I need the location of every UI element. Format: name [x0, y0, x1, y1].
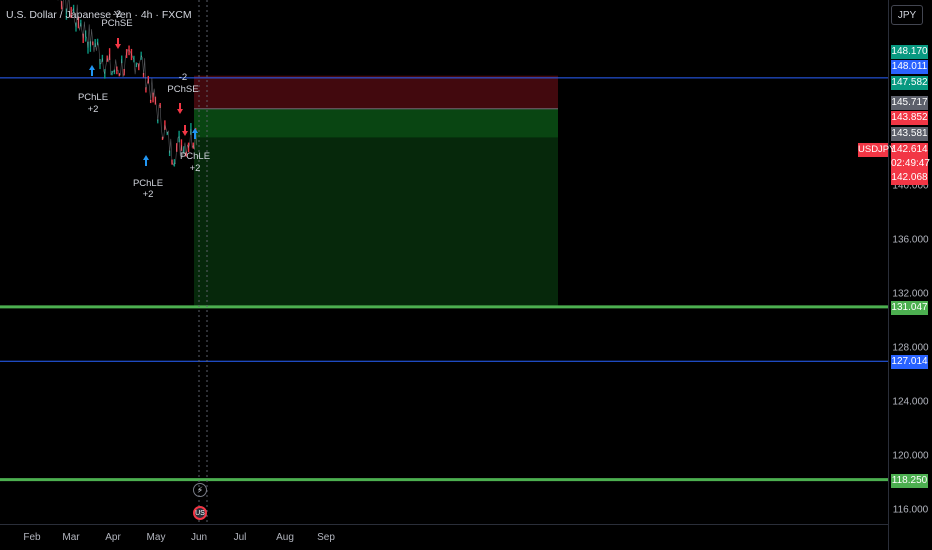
price-label: 143.852 [891, 111, 928, 125]
time-tick: Mar [62, 532, 80, 543]
us-flag-event-icon[interactable]: US [193, 506, 207, 520]
signal-note: -2 [178, 72, 188, 83]
time-tick: May [146, 532, 166, 543]
signal-arrow-3 [177, 103, 183, 114]
price-label: 142.614 [891, 143, 928, 157]
signal-note: +2 [189, 163, 201, 174]
price-label: 131.047 [891, 301, 928, 315]
target-zone-1 [194, 108, 558, 138]
price-label: 148.170 [891, 45, 928, 59]
time-tick: Sep [317, 532, 335, 543]
time-tick: Feb [23, 532, 41, 543]
price-label: 147.582 [891, 76, 928, 90]
target-zone-2 [194, 137, 558, 307]
signal-arrow-1 [115, 38, 121, 49]
signal-arrow-2 [143, 155, 149, 166]
price-label: 127.014 [891, 355, 928, 369]
time-axis-divider [0, 524, 888, 525]
price-label: 148.011 [891, 60, 928, 74]
signal-note: -2 [112, 9, 122, 20]
time-tick: Jun [190, 532, 208, 543]
signal-arrow-0 [89, 65, 95, 76]
signal-label: PChLE [179, 151, 211, 162]
price-tick: 124.000 [892, 396, 929, 408]
price-tick: 136.000 [892, 234, 929, 246]
price-label: 142.068 [891, 171, 928, 185]
signal-note: +2 [142, 189, 154, 200]
risk-zone [194, 75, 558, 109]
dividend-flash-icon[interactable]: ⚡ [193, 483, 207, 497]
signal-label: PChSE [167, 84, 199, 95]
time-tick: Jul [233, 532, 247, 543]
bar-countdown: 02:49:47 [891, 157, 930, 171]
price-label: 145.717 [891, 96, 928, 110]
symbol-price-label: USDJPY [858, 143, 896, 157]
price-label: 143.581 [891, 127, 928, 141]
time-tick: Apr [105, 532, 121, 543]
price-axis-divider [888, 0, 889, 550]
price-tick: 116.000 [892, 504, 929, 516]
signal-label: PChLE [132, 178, 164, 189]
currency-selector[interactable]: JPY [891, 5, 923, 25]
signal-arrow-5 [182, 125, 188, 136]
signal-label: PChLE [77, 92, 109, 103]
price-tick: 128.000 [892, 342, 929, 354]
price-tick: 120.000 [892, 450, 929, 462]
chart-area[interactable]: U.S. Dollar / Japanese Yen · 4h · FXCM J… [0, 0, 932, 550]
price-tick: 132.000 [892, 288, 929, 300]
price-label: 118.250 [891, 474, 928, 488]
signal-note: +2 [87, 104, 99, 115]
symbol-title[interactable]: U.S. Dollar / Japanese Yen · 4h · FXCM [6, 9, 192, 21]
time-tick: Aug [276, 532, 294, 543]
price-plot[interactable] [0, 0, 932, 550]
